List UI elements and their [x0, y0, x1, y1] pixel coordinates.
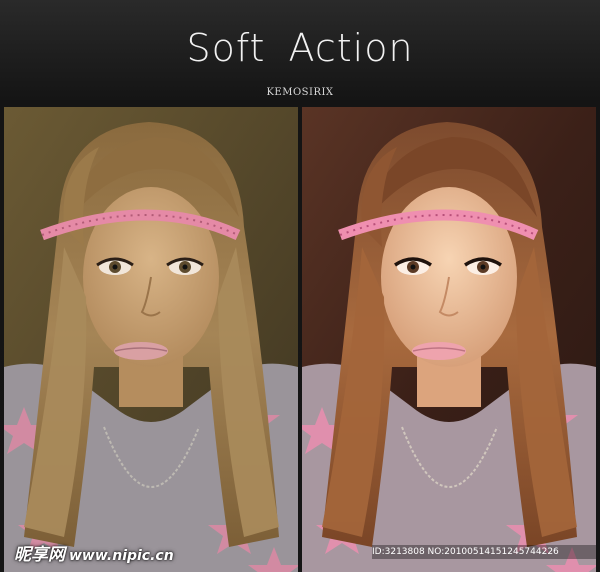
site-watermark: 昵享网 www.nipic.cn [14, 540, 174, 565]
before-photo [4, 107, 298, 572]
before-portrait-image [4, 107, 298, 572]
after-portrait-image [302, 107, 596, 572]
page-title: Soft Action [186, 26, 414, 70]
author-credit: KEMOSIRIX [266, 87, 334, 98]
site-url: www.nipic.cn [69, 548, 174, 564]
image-id-watermark: ID:3213808 NO:20100514151245744226 [372, 545, 596, 559]
site-logo-text: 昵享网 [14, 545, 65, 565]
after-photo [302, 107, 596, 572]
page: Soft Action KEMOSIRIX 昵享网 www.nipic.cn I… [0, 0, 600, 572]
